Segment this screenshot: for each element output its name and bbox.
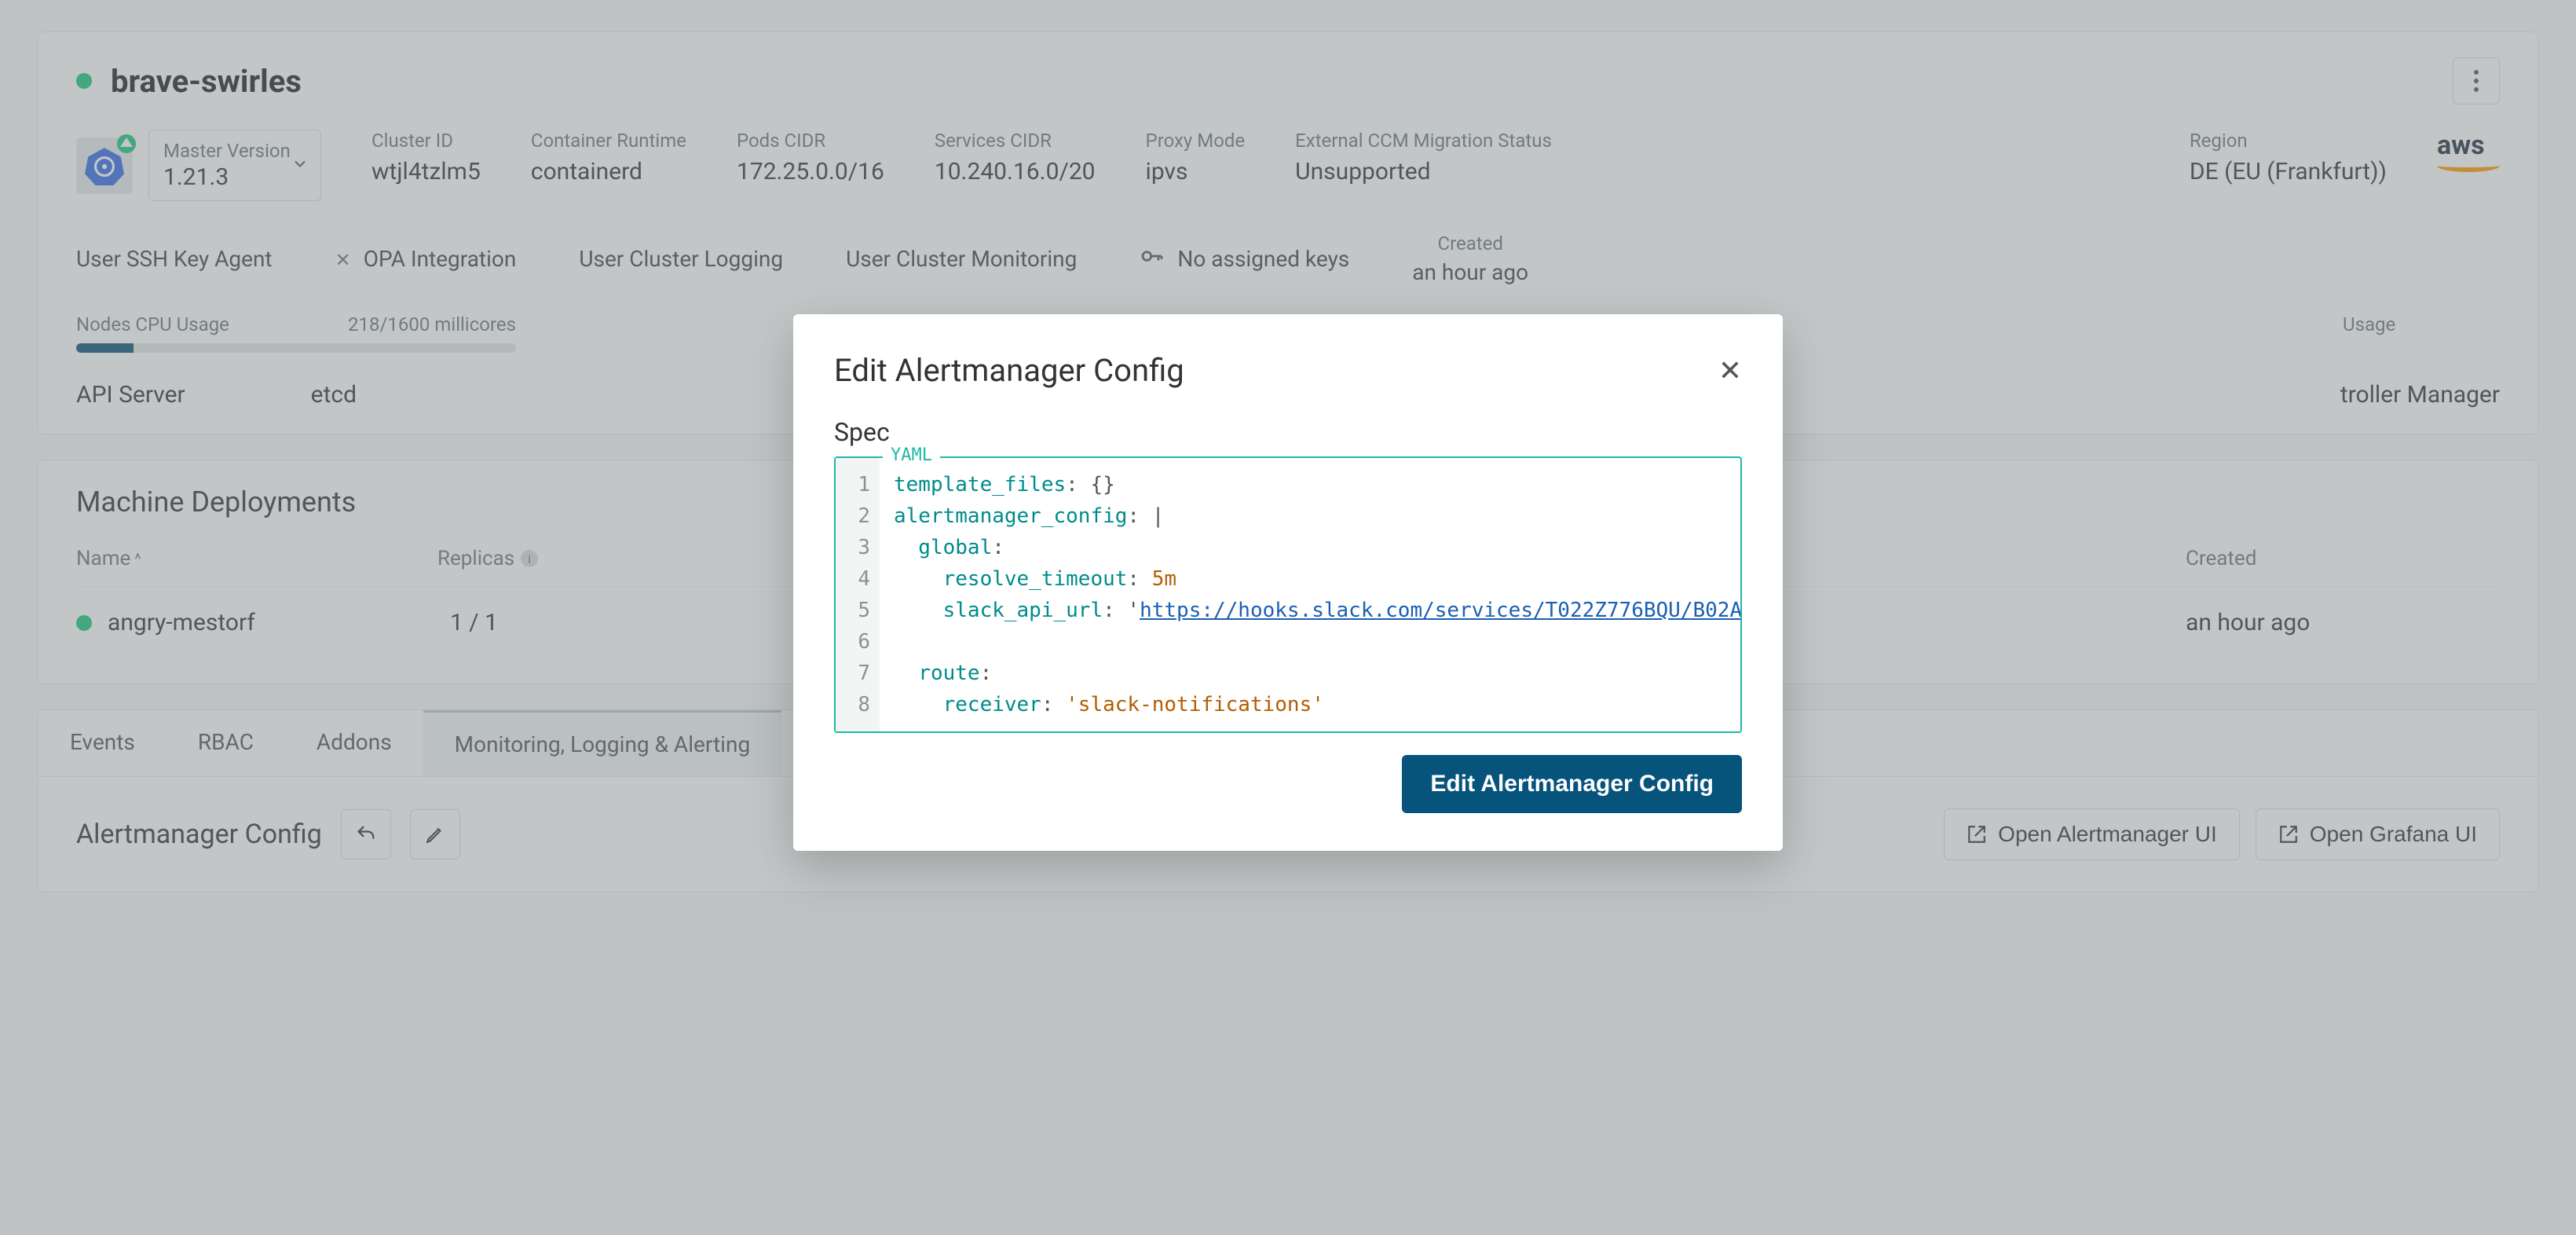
spec-label: Spec bbox=[834, 417, 1742, 447]
modal-title: Edit Alertmanager Config bbox=[834, 352, 1184, 389]
yaml-code[interactable]: template_files: {} alertmanager_config: … bbox=[880, 458, 1740, 731]
close-button[interactable]: ✕ bbox=[1718, 354, 1742, 387]
submit-edit-alertmanager-button[interactable]: Edit Alertmanager Config bbox=[1402, 755, 1742, 813]
yaml-editor[interactable]: YAML 1 2 3 4 5 6 7 8 template_files: {} … bbox=[834, 456, 1742, 733]
yaml-legend: YAML bbox=[883, 445, 940, 465]
edit-alertmanager-modal: Edit Alertmanager Config ✕ Spec YAML 1 2… bbox=[793, 314, 1783, 851]
modal-overlay[interactable]: Edit Alertmanager Config ✕ Spec YAML 1 2… bbox=[0, 0, 2576, 1235]
yaml-gutter: 1 2 3 4 5 6 7 8 bbox=[836, 458, 880, 731]
close-icon: ✕ bbox=[1718, 354, 1742, 387]
